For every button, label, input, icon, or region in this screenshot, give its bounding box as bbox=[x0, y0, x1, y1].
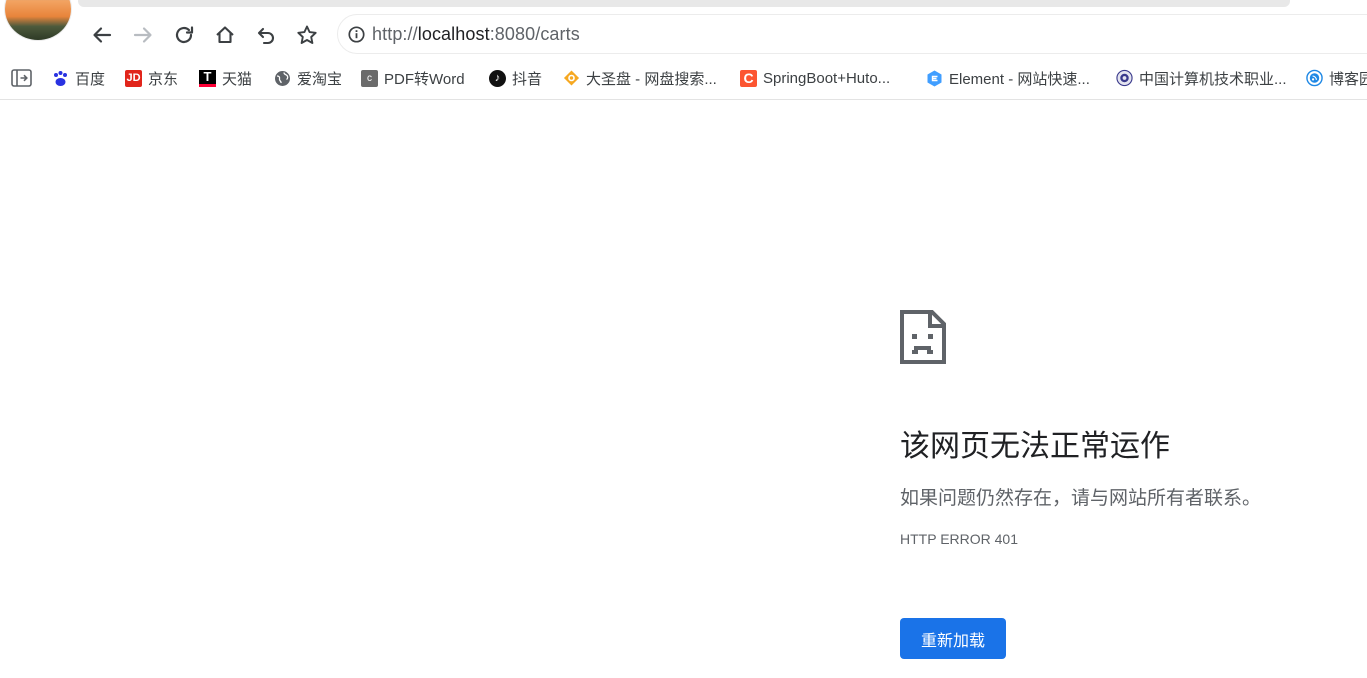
cnblogs-icon bbox=[1306, 69, 1323, 87]
bookmark-springboot-hutool[interactable]: C SpringBoot+Huto... bbox=[740, 68, 890, 88]
bookmark-label: 博客园 bbox=[1329, 70, 1367, 88]
bookmark-pdf-to-word[interactable]: c PDF转Word bbox=[361, 68, 465, 88]
bookmark-aitaobao[interactable]: 爱淘宝 bbox=[274, 68, 342, 88]
bookmark-label: 爱淘宝 bbox=[297, 70, 343, 88]
pdf-c-icon: c bbox=[361, 69, 378, 87]
bookmark-dashengpan[interactable]: 大圣盘 - 网盘搜索... bbox=[563, 68, 717, 88]
reload-button[interactable]: 重新加载 bbox=[900, 618, 1006, 659]
error-code: HTTP ERROR 401 bbox=[900, 531, 1018, 547]
bookmark-element[interactable]: Element - 网站快速... bbox=[926, 68, 1090, 88]
tmall-icon: T bbox=[199, 69, 216, 87]
bookmark-label: 抖音 bbox=[512, 70, 543, 88]
reload-page-button[interactable] bbox=[169, 20, 199, 50]
browser-toolbar: http://localhost:8080/carts 百度 JD 京东 T 天… bbox=[0, 0, 1367, 100]
profile-avatar[interactable] bbox=[5, 0, 71, 40]
url-text[interactable]: http://localhost:8080/carts bbox=[372, 24, 580, 45]
douyin-icon: ♪ bbox=[489, 69, 506, 87]
star-icon bbox=[297, 25, 317, 44]
bookmark-label: 京东 bbox=[148, 70, 179, 88]
dashengpan-icon bbox=[563, 70, 580, 87]
csdn-c-icon: C bbox=[740, 69, 757, 87]
sidebar-toggle-icon bbox=[11, 69, 32, 87]
url-scheme: http:// bbox=[372, 24, 418, 44]
show-sidebar-button[interactable] bbox=[11, 68, 32, 88]
bookmarks-bar: 百度 JD 京东 T 天猫 爱淘宝 c PDF转Word ♪ 抖音 大圣盘 - … bbox=[0, 64, 1367, 92]
bookmark-label: Element - 网站快速... bbox=[949, 70, 1090, 88]
bookmark-baidu[interactable]: 百度 bbox=[52, 68, 105, 88]
element-icon bbox=[926, 70, 943, 87]
bookmark-douyin[interactable]: ♪ 抖音 bbox=[489, 68, 542, 88]
bookmark-ceac[interactable]: 中国计算机技术职业... bbox=[1116, 68, 1287, 88]
undo-button[interactable] bbox=[251, 20, 281, 50]
bookmark-label: SpringBoot+Huto... bbox=[763, 69, 891, 87]
url-host: localhost bbox=[417, 24, 490, 44]
back-arrow-icon bbox=[93, 27, 112, 43]
bookmark-label: 中国计算机技术职业... bbox=[1139, 70, 1287, 88]
ceac-seal-icon bbox=[1116, 69, 1133, 87]
bookmark-label: 百度 bbox=[75, 70, 106, 88]
info-icon[interactable] bbox=[348, 26, 365, 43]
bookmark-label: PDF转Word bbox=[384, 70, 465, 88]
globe-icon bbox=[274, 70, 291, 87]
forward-arrow-icon bbox=[133, 27, 152, 43]
bookmark-label: 天猫 bbox=[222, 70, 253, 88]
error-title: 该网页无法正常运作 bbox=[900, 430, 1170, 463]
home-button[interactable] bbox=[210, 20, 240, 50]
sad-page-icon bbox=[900, 310, 946, 364]
tab-strip bbox=[78, 0, 1290, 7]
bookmark-jd[interactable]: JD 京东 bbox=[125, 68, 178, 88]
forward-button[interactable] bbox=[128, 20, 158, 50]
url-path: :8080/carts bbox=[489, 24, 580, 44]
bookmark-label: 大圣盘 - 网盘搜索... bbox=[586, 70, 717, 88]
reload-icon bbox=[175, 26, 194, 44]
undo-icon bbox=[257, 27, 274, 45]
bookmark-star-button[interactable] bbox=[292, 20, 322, 50]
bookmark-cnblogs[interactable]: 博客园 bbox=[1306, 68, 1367, 88]
home-icon bbox=[216, 26, 234, 44]
baidu-paw-icon bbox=[52, 70, 69, 87]
address-bar[interactable]: http://localhost:8080/carts bbox=[337, 14, 1367, 54]
back-button[interactable] bbox=[87, 20, 117, 50]
jd-icon: JD bbox=[125, 69, 142, 87]
bookmark-tmall[interactable]: T 天猫 bbox=[199, 68, 252, 88]
error-message: 如果问题仍然存在，请与网站所有者联系。 bbox=[900, 488, 1262, 509]
